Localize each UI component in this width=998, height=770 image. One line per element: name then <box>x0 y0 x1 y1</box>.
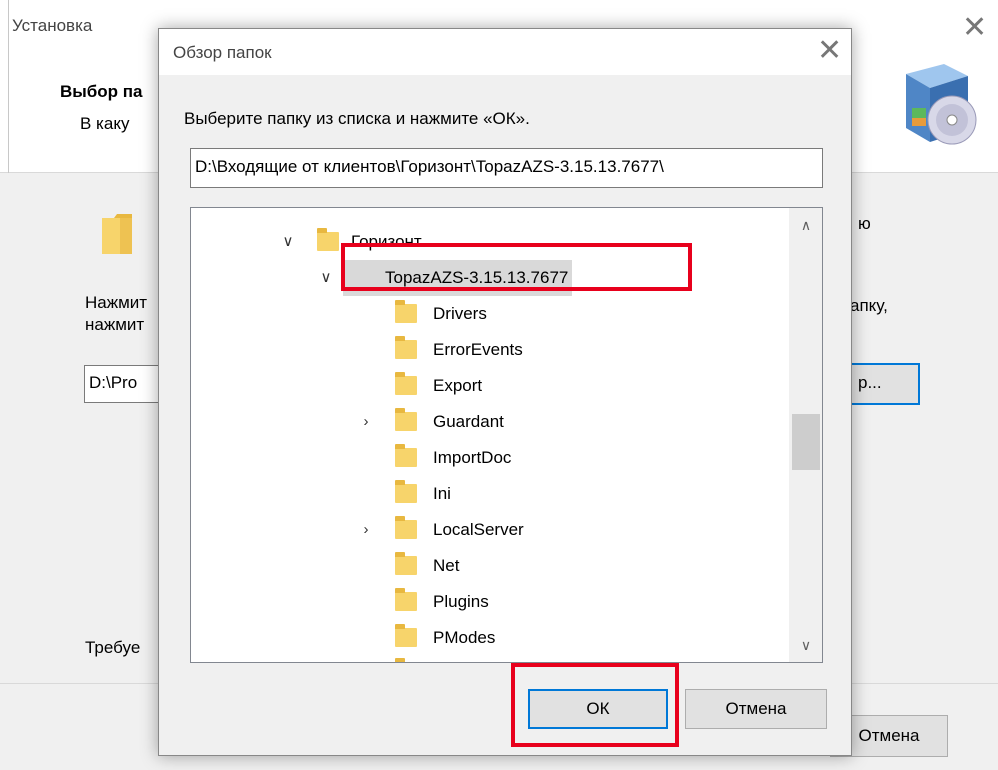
dialog-instruction: Выберите папку из списка и нажмите «ОК». <box>184 109 530 128</box>
installer-title: Установка <box>12 16 93 35</box>
tree-item[interactable]: › LocalServer <box>191 512 789 548</box>
chevron-right-icon[interactable]: › <box>357 404 375 440</box>
setup-box-icon <box>906 64 977 145</box>
folder-icon <box>102 214 132 254</box>
installer-description: Нажмит нажмит <box>85 292 147 336</box>
cancel-button[interactable]: Отмена <box>685 689 827 729</box>
chevron-down-icon[interactable]: ∨ <box>279 224 297 260</box>
tree-item-label: Drivers <box>433 304 487 323</box>
tree-item-label: ImportDoc <box>433 448 512 467</box>
tree-item[interactable]: ErrorEvents <box>191 332 789 368</box>
tree-scrollbar[interactable]: ∧ ∨ <box>789 208 822 662</box>
folder-path-input[interactable]: D:\Входящие от клиентов\Горизонт\TopazAZ… <box>190 148 823 188</box>
dialog-title: Обзор папок <box>173 43 272 62</box>
tree-item-label: Export <box>433 376 483 395</box>
chevron-right-icon[interactable]: › <box>357 512 375 548</box>
folder-icon <box>395 444 417 467</box>
tree-item[interactable]: Plugins <box>191 584 789 620</box>
tree-item[interactable]: › Guardant <box>191 404 789 440</box>
installer-description-line2: нажмит <box>85 315 145 334</box>
tree-item[interactable]: Ini <box>191 476 789 512</box>
folder-icon <box>317 228 339 251</box>
tree-item-label: LocalServer <box>433 520 524 539</box>
chevron-right-icon[interactable]: › <box>357 654 375 662</box>
installer-description-line1: Нажмит <box>85 293 148 312</box>
tree-item[interactable]: › ReportPatterns <box>191 654 789 662</box>
tree-item[interactable]: Drivers <box>191 296 789 332</box>
tree-item-label: Plugins <box>433 592 489 611</box>
scroll-up-icon[interactable]: ∧ <box>789 208 822 242</box>
folder-icon <box>395 336 417 359</box>
installer-page-subheading: В каку <box>80 114 130 133</box>
tree-item-label: PModes <box>433 628 496 647</box>
installer-close-icon[interactable]: ✕ <box>962 10 987 45</box>
tree-item[interactable]: Export <box>191 368 789 404</box>
scroll-thumb[interactable] <box>792 414 820 470</box>
installer-text-fragment: апку, <box>850 296 888 315</box>
highlight-ok-button <box>511 663 679 747</box>
tree-item-label: Guardant <box>433 412 504 431</box>
tree-item-label: ErrorEvents <box>433 340 523 359</box>
folder-icon <box>395 624 417 647</box>
tree-item[interactable]: PModes <box>191 620 789 656</box>
tree-item-label: Net <box>433 556 460 575</box>
folder-icon <box>395 372 417 395</box>
folder-icon <box>395 516 417 539</box>
browse-folder-dialog: Обзор папок ✕ Выберите папку из списка и… <box>158 28 852 756</box>
required-space-label: Требуе <box>85 638 141 657</box>
tree-item-label: Ini <box>433 484 451 503</box>
tree-item[interactable]: Net <box>191 548 789 584</box>
scroll-down-icon[interactable]: ∨ <box>789 628 822 662</box>
installer-page-heading: Выбор па <box>60 82 143 101</box>
folder-icon <box>395 480 417 503</box>
folder-icon <box>395 588 417 611</box>
dialog-close-icon[interactable]: ✕ <box>817 33 842 68</box>
chevron-down-icon[interactable]: ∨ <box>317 260 335 296</box>
tree-item-label: ReportPatterns <box>433 654 547 662</box>
folder-icon <box>395 408 417 431</box>
folder-icon <box>395 552 417 575</box>
folder-icon <box>395 300 417 323</box>
tree-item[interactable]: ImportDoc <box>191 440 789 476</box>
folder-icon <box>395 658 405 662</box>
highlight-selected-folder <box>341 243 692 291</box>
installer-text-fragment: ю <box>858 214 871 233</box>
